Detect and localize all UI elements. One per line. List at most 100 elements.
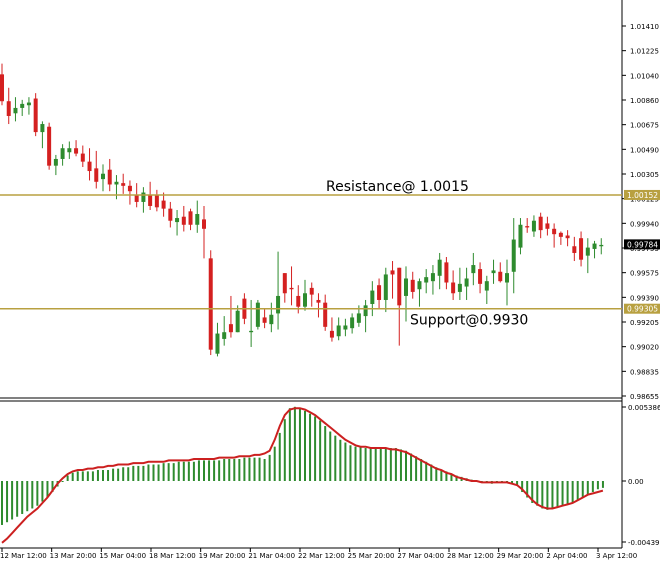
candle-body	[444, 262, 449, 283]
histogram-bar	[187, 461, 190, 481]
histogram-bar	[309, 413, 312, 481]
candle-body	[0, 74, 4, 102]
price-tick-label: 1.00305	[630, 171, 659, 179]
histogram-bar	[283, 419, 286, 481]
histogram-bar	[576, 481, 579, 501]
histogram-bar	[349, 445, 352, 481]
candle-body	[329, 330, 334, 338]
candle-body	[572, 246, 577, 253]
price-tick-label: 1.00860	[630, 97, 659, 105]
candle-body	[565, 235, 570, 239]
candle-body	[471, 265, 476, 274]
candle-body	[498, 271, 503, 282]
histogram-bar	[278, 432, 281, 481]
histogram-bar	[197, 460, 200, 481]
histogram-bar	[213, 460, 216, 481]
time-tick-label: 3 Apr 12:00	[596, 552, 637, 560]
candle-body	[215, 333, 220, 354]
histogram-bar	[192, 461, 195, 481]
histogram-bar	[344, 442, 347, 481]
time-tick-label: 13 Mar 20:00	[50, 552, 97, 560]
candle-body	[336, 325, 341, 337]
candle-body	[545, 223, 550, 229]
time-tick-label: 12 Mar 12:00	[0, 552, 47, 560]
histogram-bar	[162, 463, 165, 481]
oscillator-tick-label: 0.005386	[628, 404, 660, 412]
time-tick-label: 15 Mar 04:00	[99, 552, 146, 560]
histogram-bar	[581, 481, 584, 498]
histogram-bar	[152, 464, 155, 481]
histogram-bar	[127, 467, 130, 481]
candle-body	[208, 258, 213, 350]
chart-canvas[interactable]: 1.01410 1.01225 1.01040 1.00860 1.00675 1.004…	[0, 0, 660, 566]
histogram-bar	[389, 448, 392, 481]
histogram-bar	[132, 465, 135, 481]
price-tick-label: 1.00490	[630, 146, 659, 154]
histogram-bar	[122, 467, 125, 481]
histogram-bar	[61, 481, 64, 482]
histogram-bar	[167, 463, 170, 481]
histogram-bar	[541, 481, 544, 509]
histogram-bar	[394, 448, 397, 481]
candle-body	[74, 148, 79, 154]
candle-body	[370, 290, 375, 305]
histogram-bar	[359, 446, 362, 481]
candle-body	[592, 243, 597, 249]
histogram-bar	[253, 457, 256, 481]
histogram-bar	[561, 481, 564, 506]
histogram-bar	[1, 481, 3, 525]
candle-body	[188, 211, 193, 225]
current-price-text: 0.99784	[627, 240, 658, 249]
histogram-bar	[379, 448, 382, 481]
histogram-bar	[36, 481, 39, 506]
histogram-bar	[228, 459, 231, 481]
histogram-bar	[329, 431, 332, 481]
histogram-bar	[405, 450, 407, 481]
time-tick-label: 21 Mar 04:00	[248, 552, 295, 560]
candle-body	[107, 169, 112, 185]
price-tick-label: 0.99205	[630, 319, 659, 327]
histogram-bar	[314, 416, 317, 481]
candle-body	[303, 293, 307, 307]
histogram-bar	[293, 406, 296, 481]
histogram-bar	[6, 481, 9, 523]
candle-body	[390, 270, 395, 275]
candle-body	[195, 214, 200, 225]
candle-body	[80, 153, 85, 162]
candle-body	[33, 98, 38, 133]
candle-body	[249, 330, 254, 333]
candle-body	[6, 101, 11, 116]
candle-body	[255, 302, 260, 327]
candle-body	[202, 219, 206, 229]
candle-body	[383, 274, 388, 300]
candle-body	[235, 310, 240, 333]
candle-body	[457, 283, 462, 292]
candle-body	[20, 103, 25, 108]
histogram-bar	[76, 471, 79, 481]
resistance-tag-text: 1.00152	[627, 191, 658, 200]
price-tick-label: 0.99575	[630, 270, 659, 278]
candle-body	[511, 239, 516, 272]
candle-body	[491, 270, 496, 274]
candle-body	[599, 244, 604, 247]
histogram-bar	[107, 470, 110, 481]
resistance-label: Resistance@ 1.0015	[326, 179, 469, 195]
candle-body	[377, 285, 382, 300]
histogram-bar	[304, 410, 306, 481]
time-tick-label: 2 Apr 04:00	[546, 552, 587, 560]
oscillator-tick-label: -0.004399	[628, 539, 660, 547]
histogram-bar	[218, 460, 221, 481]
candle-body	[424, 277, 429, 283]
candle-body	[410, 279, 415, 292]
candle-body	[289, 287, 294, 290]
resistance-price-tag: 1.00152	[624, 189, 660, 200]
time-tick-label: 28 Mar 12:00	[447, 552, 494, 560]
histogram-bar	[26, 481, 29, 512]
histogram-bar	[66, 475, 69, 481]
candle-body	[60, 148, 65, 159]
histogram-bar	[268, 454, 271, 481]
candle-body	[437, 259, 442, 276]
histogram-bar	[440, 470, 443, 481]
histogram-bar	[369, 448, 372, 481]
histogram-bar	[415, 456, 418, 481]
